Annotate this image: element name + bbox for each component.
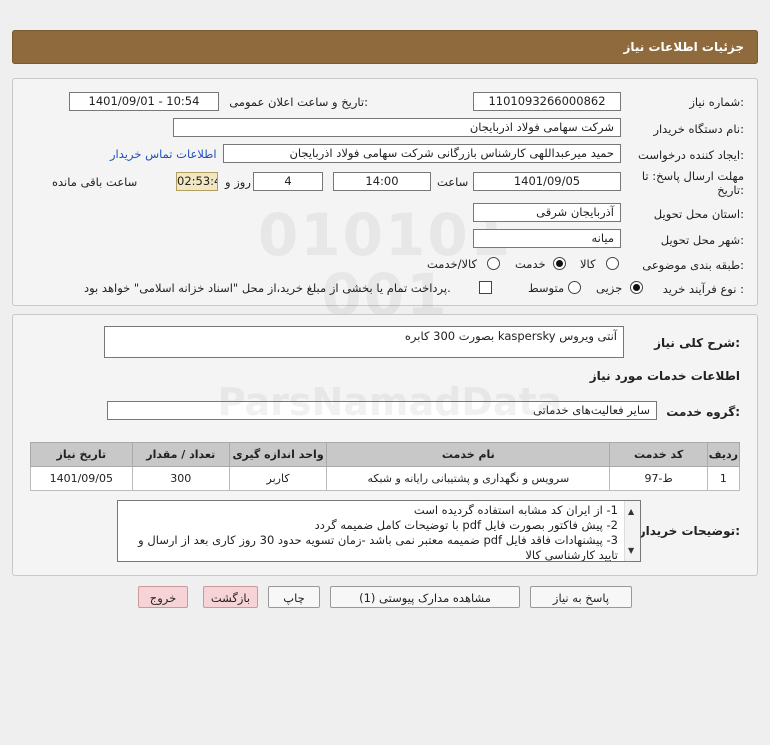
summary-label: شرح کلی نیاز: [654, 336, 740, 350]
purchase-radio-minor[interactable] [630, 281, 643, 294]
category-label: طبقه بندی موضوعی: [642, 258, 744, 272]
cell-service-code: ط-97 [609, 466, 708, 491]
days-field: 4 [253, 172, 323, 191]
cell-quantity: 300 [131, 466, 230, 491]
scroll-up-icon[interactable]: ▲ [628, 504, 634, 519]
contact-buyer-link[interactable]: اطلاعات تماس خریدار [110, 147, 217, 161]
province-field: آذربایجان شرقی [473, 203, 621, 222]
category-radio-service[interactable] [553, 257, 566, 270]
buyer-notes-label: توضیحات خریدار: [638, 524, 740, 538]
purchase-option-medium: متوسط [528, 281, 565, 295]
category-radio-goods-service[interactable] [487, 257, 500, 270]
services-table: ردیف کد خدمت نام خدمت واحد اندازه گیری ت… [30, 442, 741, 491]
purchase-radio-medium[interactable] [568, 281, 581, 294]
purchase-type-label: نوع فرآیند خرید : [662, 282, 744, 296]
scroll-down-icon[interactable]: ▼ [628, 543, 634, 558]
page-header: جزئیات اطلاعات نیاز [12, 30, 758, 64]
notes-scrollbar[interactable]: ▲ ▼ [624, 501, 640, 561]
col-quantity: تعداد / مقدار [131, 442, 230, 467]
table-row: 1 ط-97 سرویس و نگهداری و پشتیبانی رایانه… [30, 466, 741, 491]
time-label: ساعت [437, 175, 469, 189]
deadline-time-field: 14:00 [333, 172, 431, 191]
category-option-goods-service: کالا/خدمت [427, 257, 478, 271]
reply-button[interactable]: پاسخ به نیاز [530, 586, 632, 608]
remaining-time-field: 02:53:45 [176, 172, 218, 191]
deadline-date-field: 1401/09/05 [473, 172, 621, 191]
cell-row: 1 [706, 466, 741, 491]
table-header-row: ردیف کد خدمت نام خدمت واحد اندازه گیری ت… [30, 442, 741, 467]
days-label: روز و [225, 175, 251, 189]
cell-service-name: سرویس و نگهداری و پشتیبانی رایانه و شبکه [326, 466, 611, 491]
purchase-option-minor: جزیی [596, 281, 623, 295]
need-number-field: 1101093266000862 [473, 92, 621, 111]
creator-field: حمید میرعبداللهی کارشناس بازرگانی شرکت س… [223, 144, 621, 163]
category-option-goods: کالا [580, 257, 596, 271]
note-line-2: 2- پیش فاکتور بصورت فایل pdf با توضیحات … [314, 518, 618, 532]
col-service-name: نام خدمت [326, 442, 611, 467]
cell-unit: کاربر [228, 466, 328, 491]
page-title: جزئیات اطلاعات نیاز [623, 40, 744, 54]
buyer-org-field: شرکت سهامی فولاد اذربایجان [173, 118, 621, 137]
col-service-code: کد خدمت [609, 442, 708, 467]
attachments-button[interactable]: مشاهده مدارک پیوستی (1) [330, 586, 520, 608]
deadline-label-2: تاریخ: [717, 183, 744, 197]
category-option-service: خدمت [515, 257, 546, 271]
announce-field: 1401/09/01 - 10:54 [69, 92, 219, 111]
cell-need-date: 1401/09/05 [30, 466, 133, 491]
back-button[interactable]: بازگشت [203, 586, 258, 608]
treasury-checkbox[interactable] [479, 281, 492, 294]
city-field: میانه [473, 229, 621, 248]
summary-field: آنتی ویروس kaspersky بصورت 300 کابره [104, 326, 624, 358]
note-line-3: 3- پیشنهادات فاقد فایل pdf ضمیمه معتبر ن… [138, 533, 618, 562]
service-group-label: گروه خدمت: [666, 405, 740, 419]
service-group-field: سایر فعالیت‌های خدماتی [107, 401, 657, 420]
col-row: ردیف [706, 442, 741, 467]
col-need-date: تاریخ نیاز [30, 442, 133, 467]
note-line-1: 1- از ایران کد مشابه استفاده گردیده است [413, 503, 618, 517]
announce-label: تاریخ و ساعت اعلان عمومی: [229, 95, 368, 109]
deadline-label: مهلت ارسال پاسخ: تا [641, 169, 744, 183]
remaining-label: ساعت باقی مانده [52, 175, 138, 189]
buyer-notes-field[interactable]: 1- از ایران کد مشابه استفاده گردیده است … [117, 500, 641, 562]
city-label: شهر محل تحویل: [660, 233, 744, 247]
creator-label: ایجاد کننده درخواست: [638, 148, 744, 162]
province-label: استان محل تحویل: [653, 207, 744, 221]
print-button[interactable]: چاپ [268, 586, 320, 608]
category-radio-goods[interactable] [606, 257, 619, 270]
col-unit: واحد اندازه گیری [228, 442, 328, 467]
exit-button[interactable]: خروج [138, 586, 188, 608]
services-section-title: اطلاعات خدمات مورد نیاز [589, 369, 740, 383]
need-number-label: شماره نیاز: [689, 95, 744, 109]
treasury-note: پرداخت تمام یا بخشی از مبلغ خرید،از محل … [84, 281, 451, 295]
buyer-org-label: نام دستگاه خریدار: [653, 122, 744, 136]
